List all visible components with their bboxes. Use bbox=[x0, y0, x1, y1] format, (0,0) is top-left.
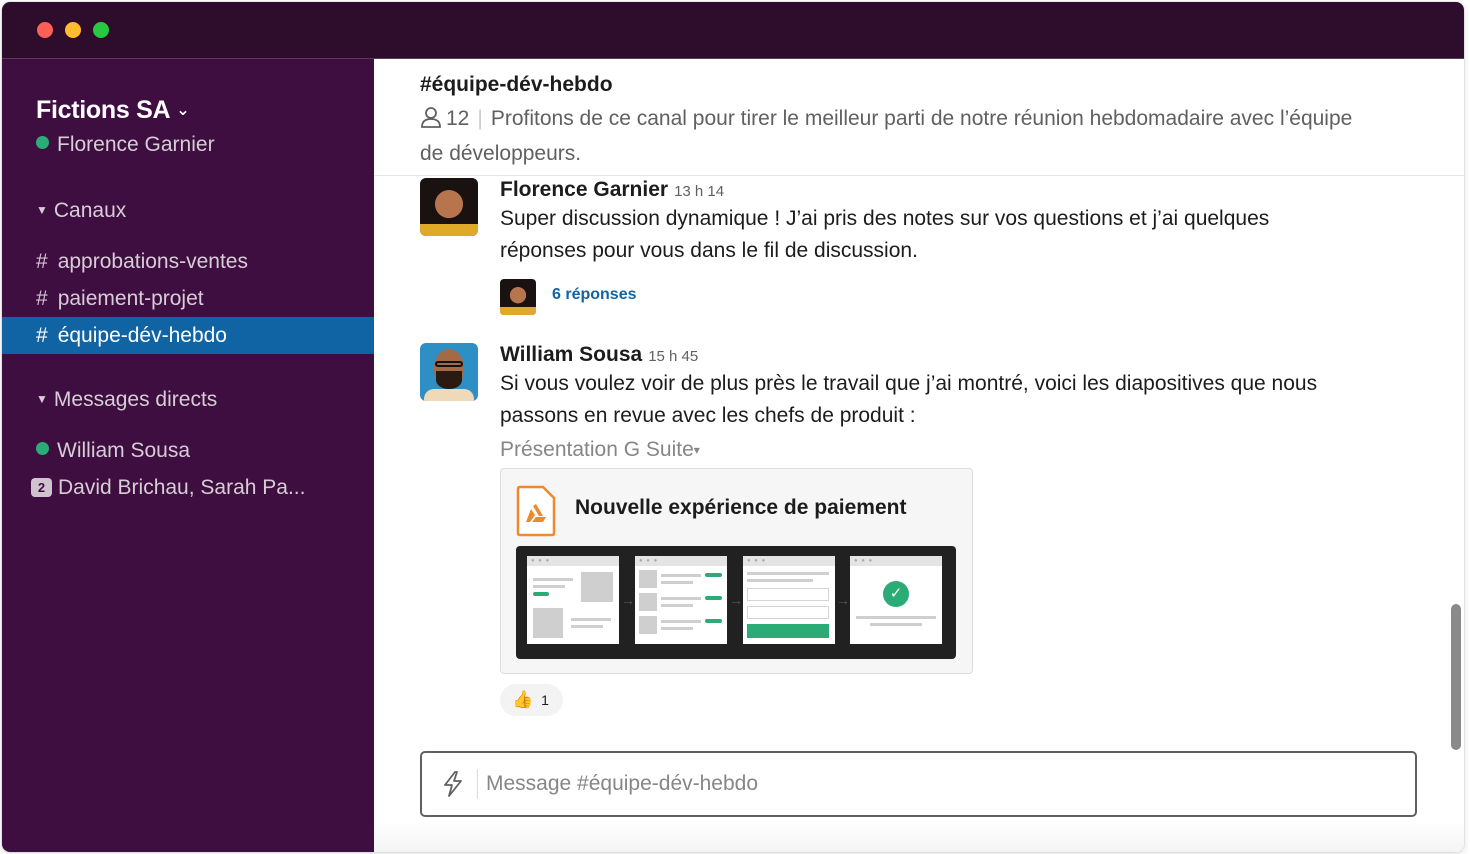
message-author[interactable]: William Sousa bbox=[500, 343, 642, 366]
message-timestamp[interactable]: 15 h 45 bbox=[648, 348, 698, 365]
channel-meta: 12 | Profitons de ce canal pour tirer le m… bbox=[420, 103, 1360, 170]
sidebar-dm-group[interactable]: 2 David Brichau, Sarah Pa... bbox=[2, 469, 374, 506]
sidebar-channel-equipe-dev-hebdo[interactable]: # équipe-dév-hebdo bbox=[2, 317, 374, 354]
title-bar bbox=[2, 2, 1464, 59]
caret-down-icon: ▼ bbox=[36, 392, 48, 406]
minimize-window-button[interactable] bbox=[65, 22, 81, 38]
meta-separator: | bbox=[477, 107, 483, 130]
main-pane: #équipe-dév-hebdo 12 | Profitons de ce can… bbox=[374, 59, 1464, 852]
message-timestamp[interactable]: 13 h 14 bbox=[674, 183, 724, 200]
channel-name: paiement-projet bbox=[57, 287, 204, 310]
attachment-card[interactable]: Nouvelle expérience de paiement ● ● ● → … bbox=[500, 468, 973, 674]
preview-frame-form: ● ● ● bbox=[743, 556, 835, 644]
preview-frame-product: ● ● ● bbox=[527, 556, 619, 644]
message-text: Super discussion dynamique ! J’ai pris d… bbox=[500, 207, 1270, 262]
chevron-down-icon: ⌄ bbox=[176, 102, 190, 119]
avatar[interactable] bbox=[420, 178, 478, 236]
attachment-source-label: Présentation G Suite bbox=[500, 438, 694, 461]
thumbs-up-icon: 👍 bbox=[512, 690, 534, 709]
caret-down-icon: ▾ bbox=[693, 443, 700, 457]
thread-reply-avatar bbox=[500, 279, 536, 315]
attachment-preview[interactable]: ● ● ● → ● ● ● → ● ● ● → ● ● ● ✓ bbox=[516, 546, 956, 659]
avatar-glasses bbox=[435, 361, 463, 367]
attachment-source[interactable]: Présentation G Suite▾ bbox=[500, 438, 1404, 462]
avatar-beard bbox=[436, 371, 462, 389]
presence-online-icon bbox=[36, 442, 49, 455]
workspace-name: Fictions SA bbox=[36, 96, 171, 124]
dm-name: William Sousa bbox=[57, 439, 191, 462]
thread-replies[interactable]: 6 réponses bbox=[500, 279, 1404, 315]
member-count-badge: 2 bbox=[31, 478, 52, 497]
sidebar-dm-william-sousa[interactable]: William Sousa bbox=[2, 432, 374, 469]
hash-icon: # bbox=[36, 287, 48, 310]
channel-description: Profitons de ce canal pour tirer le meil… bbox=[420, 107, 1353, 165]
hash-icon: # bbox=[36, 324, 48, 347]
current-user[interactable]: Florence Garnier bbox=[36, 133, 215, 157]
thread-replies-link[interactable]: 6 réponses bbox=[552, 286, 636, 304]
app-window: Fictions SA ⌄ Florence Garnier ▼ Canaux # a… bbox=[2, 2, 1464, 852]
shortcuts-lightning-icon[interactable] bbox=[442, 771, 464, 802]
channel-title[interactable]: #équipe-dév-hebdo bbox=[420, 73, 613, 97]
channel-header: #équipe-dév-hebdo 12 | Profitons de ce can… bbox=[374, 59, 1464, 176]
bottom-fade bbox=[374, 822, 1464, 852]
preview-frame-confirmation: ● ● ● ✓ bbox=[850, 556, 942, 644]
message-author[interactable]: Florence Garnier bbox=[500, 178, 668, 201]
presence-online-icon bbox=[36, 136, 49, 149]
message-body: William Sousa 15 h 45 Si vous voulez voir… bbox=[500, 343, 1404, 716]
avatar[interactable] bbox=[420, 343, 478, 401]
sidebar-channel-paiement-projet[interactable]: # paiement-projet bbox=[2, 280, 374, 317]
reaction-thumbs-up[interactable]: 👍 1 bbox=[500, 684, 563, 716]
attachment-title[interactable]: Nouvelle expérience de paiement bbox=[575, 496, 906, 520]
sidebar: Fictions SA ⌄ Florence Garnier ▼ Canaux # a… bbox=[2, 59, 374, 852]
channels-section-header[interactable]: ▼ Canaux bbox=[36, 199, 126, 223]
maximize-window-button[interactable] bbox=[93, 22, 109, 38]
reaction-count: 1 bbox=[541, 692, 549, 708]
google-slides-file-icon bbox=[516, 485, 556, 542]
channel-name: approbations-ventes bbox=[57, 250, 248, 273]
sidebar-channel-approbations-ventes[interactable]: # approbations-ventes bbox=[2, 243, 374, 280]
channels-section-label: Canaux bbox=[53, 199, 127, 222]
dm-name: David Brichau, Sarah Pa... bbox=[58, 476, 306, 499]
arrow-right-icon: → bbox=[836, 592, 850, 608]
message-body: Florence Garnier 13 h 14 Super discussion… bbox=[500, 178, 1404, 315]
member-count[interactable]: 12 bbox=[446, 107, 469, 130]
hash-icon: # bbox=[36, 250, 48, 273]
dm-section-header[interactable]: ▼ Messages directs bbox=[36, 388, 217, 412]
message-text: Si vous voulez voir de plus près le trav… bbox=[500, 372, 1318, 427]
dm-section-label: Messages directs bbox=[53, 388, 218, 411]
avatar-shirt bbox=[424, 389, 474, 401]
message-composer bbox=[420, 751, 1417, 817]
current-user-name: Florence Garnier bbox=[57, 133, 215, 156]
preview-frame-cart: ● ● ● bbox=[635, 556, 727, 644]
composer-divider bbox=[477, 769, 478, 799]
channel-name: équipe-dév-hebdo bbox=[57, 324, 227, 347]
arrow-right-icon: → bbox=[621, 592, 635, 608]
members-icon[interactable] bbox=[420, 106, 442, 138]
message-input[interactable] bbox=[486, 765, 1386, 803]
caret-down-icon: ▼ bbox=[36, 203, 48, 217]
message-list-scrollbar[interactable] bbox=[1451, 604, 1461, 750]
arrow-right-icon: → bbox=[729, 592, 743, 608]
close-window-button[interactable] bbox=[37, 22, 53, 38]
workspace-switcher[interactable]: Fictions SA ⌄ bbox=[36, 96, 190, 125]
checkmark-icon: ✓ bbox=[883, 581, 909, 607]
